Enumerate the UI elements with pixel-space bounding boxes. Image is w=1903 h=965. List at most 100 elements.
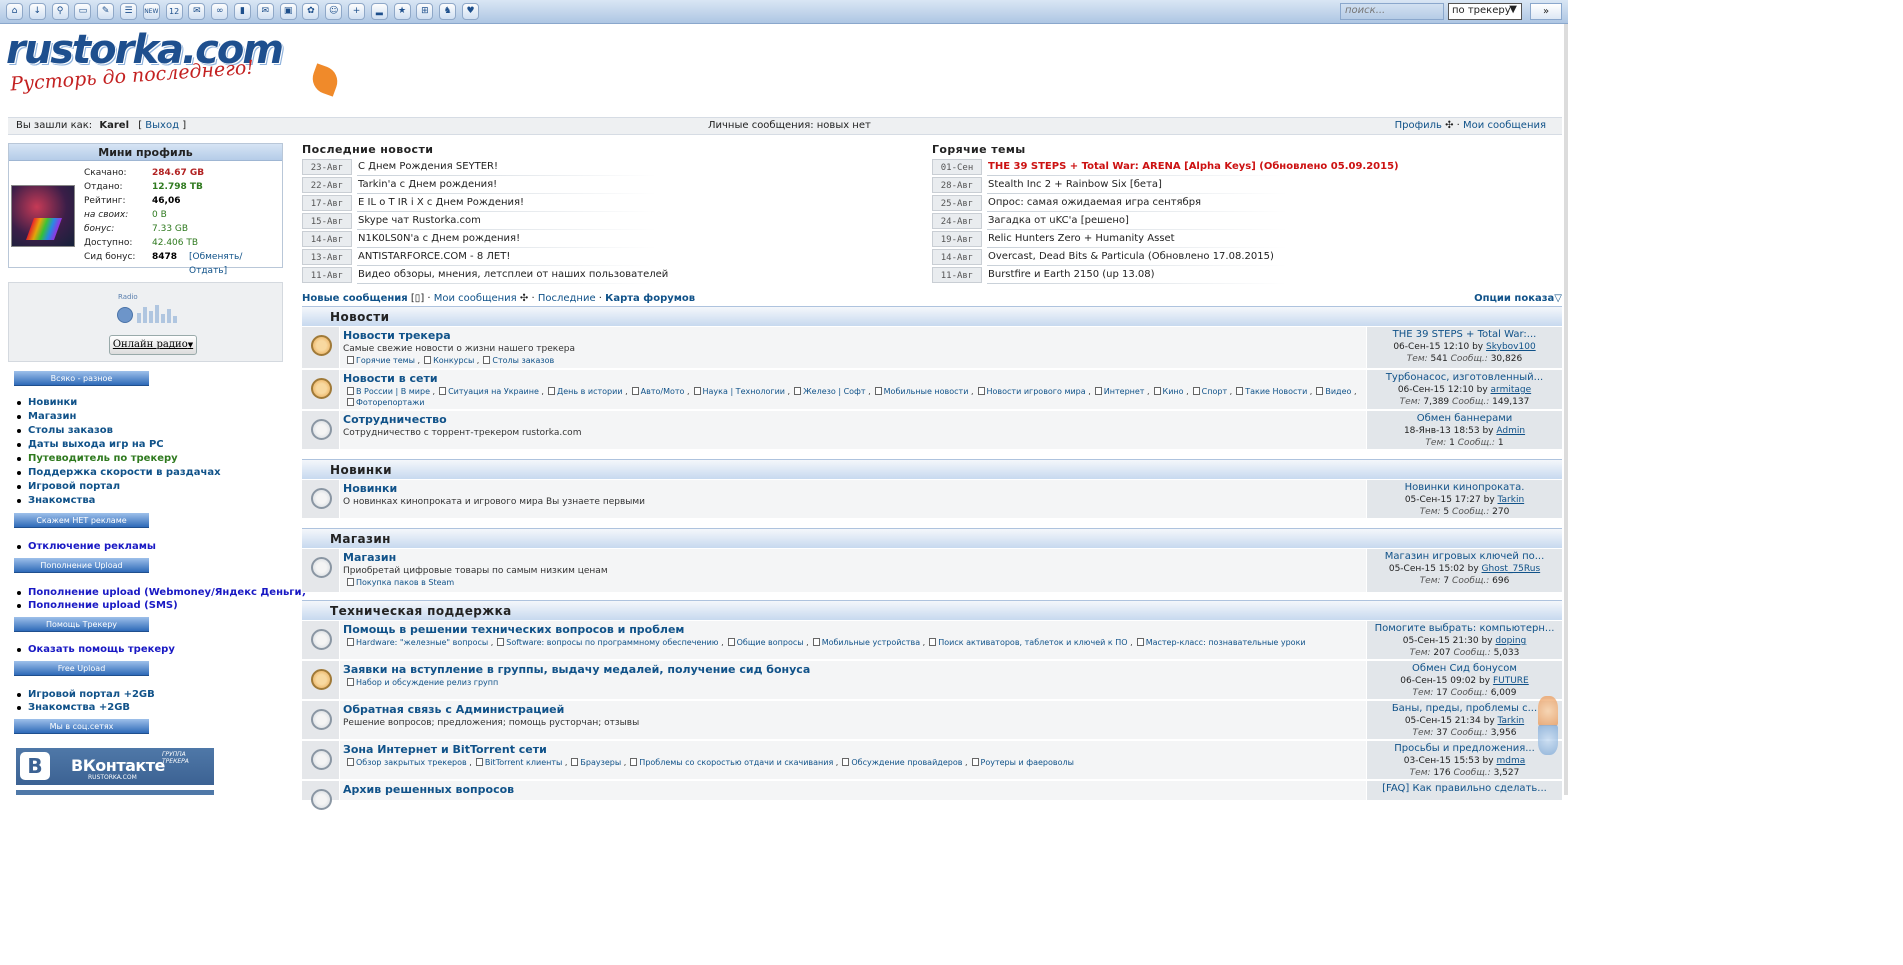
last-post-title[interactable]: Баны, преды, проблемы с... (1367, 703, 1562, 715)
scroll-up-icon[interactable] (1538, 696, 1558, 726)
sidebar-link[interactable]: Знакомства (16, 494, 95, 508)
news-item[interactable]: 11-Авг Видео обзоры, мнения, летсплеи от … (302, 267, 902, 284)
help-section-button[interactable]: Помощь Трекеру (14, 617, 149, 632)
subforum-link[interactable]: Браузеры (567, 758, 621, 767)
subforum-link[interactable]: Такие Новости (1232, 387, 1307, 396)
subforum-link[interactable]: Фоторепортажи (343, 398, 425, 407)
heart-icon[interactable]: ♥ (462, 3, 479, 20)
subforum-link[interactable]: Поиск активаторов, таблеток и ключей к П… (925, 638, 1127, 647)
category-header[interactable]: Новости (302, 306, 1562, 326)
tv-icon[interactable]: ▣ (279, 3, 297, 20)
list-icon[interactable]: ☰ (120, 3, 137, 20)
subforum-link[interactable]: Мастер-класс: познавательные уроки (1133, 638, 1306, 647)
paw-icon[interactable]: ✿ (302, 3, 320, 20)
subforum-link[interactable]: Обзор закрытых трекеров (343, 758, 467, 767)
search-go-button[interactable]: » (1530, 3, 1562, 20)
my-posts-link[interactable]: Мои сообщения (1463, 120, 1546, 131)
last-post-user[interactable]: Tarkin (1498, 495, 1525, 505)
last-post-user[interactable]: Ghost_75Rus (1482, 564, 1541, 574)
forum-name[interactable]: Помощь в решении технических вопросов и … (343, 623, 1363, 637)
gamepad-icon[interactable]: ♞ (439, 3, 457, 20)
subforum-link[interactable]: Новости игрового мира (974, 387, 1086, 396)
play-icon[interactable] (117, 307, 133, 323)
forum-name[interactable]: Сотрудничество (343, 413, 1363, 427)
last-post-title[interactable]: Новинки кинопроката. (1367, 482, 1562, 494)
forum-name[interactable]: Магазин (343, 551, 1363, 565)
subforum-link[interactable]: Мобильные новости (871, 387, 969, 396)
bookmark-icon[interactable]: ▮ (234, 3, 251, 20)
vk-banner[interactable]: B ВКонтакте ГРУППА ТРЕКЕРА RUSTORKA.COM (16, 748, 214, 785)
logout-link[interactable]: Выход (145, 120, 179, 131)
subforum-link[interactable]: Наука | Технологии (690, 387, 785, 396)
last-post-user[interactable]: mdma (1496, 756, 1525, 766)
stats-icon[interactable]: ▂ (370, 3, 388, 20)
subforum-link[interactable]: Видео (1312, 387, 1351, 396)
my-posts-forum-link[interactable]: Мои сообщения (434, 293, 517, 304)
upload-link[interactable]: Пополнение upload (SMS) (17, 599, 178, 613)
last-post-title[interactable]: THE 39 STEPS + Total War:... (1367, 329, 1562, 341)
subforum-link[interactable]: Кино (1150, 387, 1184, 396)
last-posts-link[interactable]: Последние (538, 293, 596, 304)
private-messages-link[interactable]: Личные сообщения: новых нет (708, 118, 871, 134)
last-post-title[interactable]: Магазин игровых ключей по... (1367, 551, 1562, 563)
calendar-icon[interactable]: 12 (165, 3, 183, 20)
last-post-title[interactable]: Обмен Сид бонусом (1367, 663, 1562, 675)
misc-section-button[interactable]: Всяко - разное (14, 371, 149, 386)
social-section-button[interactable]: Мы в соц.сетях (14, 719, 149, 734)
subforum-link[interactable]: Конкурсы (420, 356, 474, 365)
sidebar-link[interactable]: Поддержка скорости в раздачах (17, 466, 221, 480)
upload-link[interactable]: Пополнение upload (Webmoney/Яндекс Деньг… (16, 586, 306, 600)
display-options-link[interactable]: Опции показа▽ (1474, 293, 1562, 305)
news-item[interactable]: 25-Авг Опрос: самая ожидаемая игра сентяб… (932, 195, 1532, 212)
last-post-title[interactable]: Помогите выбрать: компьютерн... (1367, 623, 1562, 635)
subforum-link[interactable]: Авто/Мото (628, 387, 685, 396)
news-item[interactable]: 22-Авг Tarkin'a с Днем рождения! (302, 177, 902, 194)
forum-name[interactable]: Новости в сети (343, 372, 1363, 386)
news-item[interactable]: 17-Авг E IL o T IR i X с Днем Рождения! (302, 195, 902, 212)
vk-banner-strip[interactable] (16, 790, 214, 795)
category-header[interactable]: Магазин (302, 528, 1562, 548)
news-item[interactable]: 24-Авг Загадка от uKC'a [решено] (932, 213, 1532, 230)
subforum-link[interactable]: Роутеры и фаероволы (968, 758, 1074, 767)
new-icon[interactable]: NEW (142, 3, 160, 20)
subforum-link[interactable]: Железо | Софт (790, 387, 865, 396)
subforum-link[interactable]: Интернет (1091, 387, 1145, 396)
sidebar-link[interactable]: Новинки (16, 396, 77, 410)
last-post-user[interactable]: Skybov100 (1486, 342, 1536, 352)
subforum-link[interactable]: В России | В мире (343, 387, 430, 396)
news-item[interactable]: 14-Авг N1K0LS0N'a с Днем рождения! (302, 231, 902, 248)
home-icon[interactable]: ⌂ (6, 3, 23, 20)
profile-link[interactable]: Профиль (1395, 120, 1442, 131)
new-posts-link[interactable]: Новые сообщения (302, 293, 408, 304)
help-tracker-link[interactable]: Оказать помощь трекеру (17, 643, 175, 657)
news-item[interactable]: 14-Авг Overcast, Dead Bits & Particula (О… (932, 249, 1532, 266)
download-icon[interactable]: ↓ (28, 3, 46, 20)
sidebar-link[interactable]: Путеводитель по трекеру (17, 452, 178, 466)
category-header[interactable]: Техническая поддержка (302, 600, 1562, 620)
edit-icon[interactable]: ✎ (97, 3, 115, 20)
add-user-icon[interactable]: + (348, 3, 365, 20)
subforum-link[interactable]: День в истории (544, 387, 623, 396)
free-upload-link[interactable]: Игровой портал +2GB (17, 688, 155, 702)
site-logo[interactable]: rustorka.com Русторь до последнего! (6, 27, 342, 105)
no-ads-section-button[interactable]: Скажем НЕТ рекламе (14, 513, 149, 528)
last-post-title[interactable]: [FAQ] Как правильно сделать... (1367, 783, 1562, 795)
last-post-title[interactable]: Просьбы и предложения... (1367, 743, 1562, 755)
star-icon[interactable]: ★ (393, 3, 411, 20)
search-icon[interactable]: ⚲ (51, 3, 69, 20)
subforum-link[interactable]: Спорт (1189, 387, 1227, 396)
search-scope-select[interactable]: по трекеру ▼ (1448, 3, 1522, 20)
forum-name[interactable]: Зона Интернет и BitTorrent сети (343, 743, 1363, 757)
forum-name[interactable]: Новости трекера (343, 329, 1363, 343)
glasses-icon[interactable]: ∞ (211, 3, 229, 20)
last-post-user[interactable]: armitage (1491, 385, 1532, 395)
exchange-link[interactable]: [Обменять/Отдать] (189, 250, 242, 278)
news-item[interactable]: 01-Сен THE 39 STEPS + Total War: ARENA [A… (932, 159, 1532, 176)
news-item[interactable]: 13-Авг ANTISTARFORCE.COM - 8 ЛЕТ! (302, 249, 902, 266)
avatar[interactable] (11, 185, 75, 247)
last-post-title[interactable]: Обмен баннерами (1367, 413, 1562, 425)
sidebar-link[interactable]: Даты выхода игр на PC (17, 438, 164, 452)
free-upload-section-button[interactable]: Free Upload (14, 661, 149, 676)
subforum-link[interactable]: Обсуждение провайдеров (838, 758, 962, 767)
subforum-link[interactable]: Общие вопросы (724, 638, 804, 647)
